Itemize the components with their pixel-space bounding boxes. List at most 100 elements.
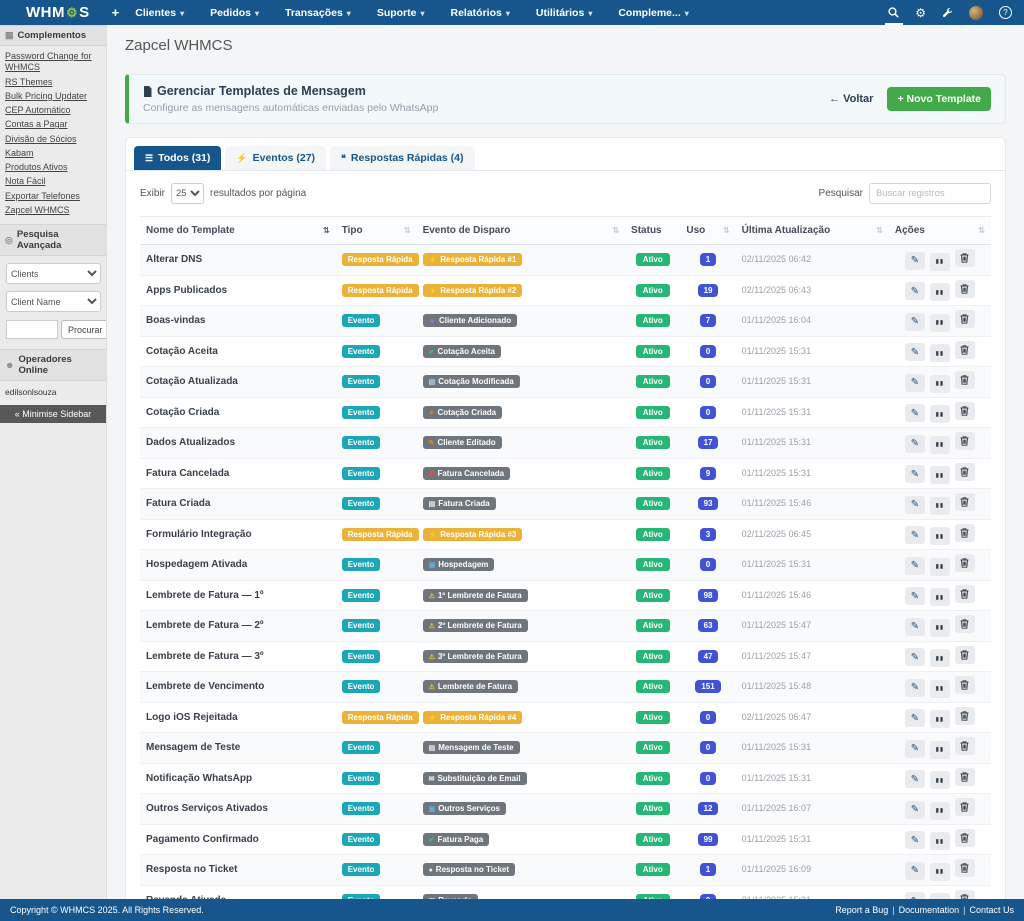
edit-button[interactable]: ✎	[905, 587, 925, 605]
menu-item-3[interactable]: Suporte	[377, 7, 425, 19]
column-header[interactable]: Nome do Template⇅	[140, 217, 336, 245]
edit-button[interactable]: ✎	[905, 892, 925, 899]
pause-button[interactable]: ▮▮	[930, 497, 950, 515]
sidebar-addon-link[interactable]: Contas a Pagar	[5, 119, 101, 130]
edit-button[interactable]: ✎	[905, 648, 925, 666]
sidebar-addon-link[interactable]: Password Change for WHMCS	[5, 51, 101, 74]
delete-button[interactable]	[955, 707, 975, 725]
voltar-link[interactable]: ← Voltar	[829, 93, 873, 105]
pause-button[interactable]: ▮▮	[930, 863, 950, 881]
pause-button[interactable]: ▮▮	[930, 436, 950, 454]
search-type-select[interactable]: Clients	[6, 263, 101, 284]
minimise-sidebar-button[interactable]: « Minimise Sidebar	[0, 405, 106, 423]
sidebar-addon-link[interactable]: Produtos Ativos	[5, 162, 101, 173]
delete-button[interactable]	[955, 768, 975, 786]
edit-button[interactable]: ✎	[905, 404, 925, 422]
pause-button[interactable]: ▮▮	[930, 741, 950, 759]
pause-button[interactable]: ▮▮	[930, 558, 950, 576]
sort-icon[interactable]: ⇅	[323, 226, 330, 235]
delete-button[interactable]	[955, 371, 975, 389]
sort-icon[interactable]: ⇅	[404, 226, 411, 235]
footer-link[interactable]: Contact Us	[969, 905, 1014, 915]
pause-button[interactable]: ▮▮	[930, 710, 950, 728]
delete-button[interactable]	[955, 310, 975, 328]
menu-item-4[interactable]: Relatórios	[451, 7, 510, 19]
delete-button[interactable]	[955, 676, 975, 694]
user-avatar[interactable]	[969, 6, 983, 20]
delete-button[interactable]	[955, 737, 975, 755]
edit-button[interactable]: ✎	[905, 374, 925, 392]
pause-button[interactable]: ▮▮	[930, 771, 950, 789]
page-length-select[interactable]: 25	[171, 183, 204, 204]
menu-item-6[interactable]: Compleme...	[618, 7, 688, 19]
pause-button[interactable]: ▮▮	[930, 527, 950, 545]
novo-template-button[interactable]: + Novo Template	[887, 87, 991, 111]
delete-button[interactable]	[955, 280, 975, 298]
edit-button[interactable]: ✎	[905, 557, 925, 575]
pause-button[interactable]: ▮▮	[930, 314, 950, 332]
pause-button[interactable]: ▮▮	[930, 588, 950, 606]
column-header[interactable]: Tipo⇅	[336, 217, 417, 245]
automation-gears-icon[interactable]: ⚙	[915, 6, 926, 20]
search-field-select[interactable]: Client Name	[6, 291, 101, 312]
delete-button[interactable]	[955, 646, 975, 664]
sidebar-addon-link[interactable]: Zapcel WHMCS	[5, 205, 101, 216]
pause-button[interactable]: ▮▮	[930, 283, 950, 301]
sidebar-search-input[interactable]	[6, 320, 58, 339]
pause-button[interactable]: ▮▮	[930, 253, 950, 271]
edit-button[interactable]: ✎	[905, 252, 925, 270]
edit-button[interactable]: ✎	[905, 618, 925, 636]
tab-2[interactable]: ❝Respostas Rápidas (4)	[330, 146, 474, 170]
delete-button[interactable]	[955, 859, 975, 877]
sidebar-addon-link[interactable]: Nota Fácil	[5, 176, 101, 187]
sort-icon[interactable]: ⇅	[978, 226, 985, 235]
delete-button[interactable]	[955, 249, 975, 267]
edit-button[interactable]: ✎	[905, 862, 925, 880]
delete-button[interactable]	[955, 463, 975, 481]
delete-button[interactable]	[955, 585, 975, 603]
column-header[interactable]: Uso⇅	[680, 217, 735, 245]
sort-icon[interactable]: ⇅	[723, 226, 730, 235]
pause-button[interactable]: ▮▮	[930, 619, 950, 637]
delete-button[interactable]	[955, 341, 975, 359]
delete-button[interactable]	[955, 554, 975, 572]
edit-button[interactable]: ✎	[905, 343, 925, 361]
search-icon[interactable]	[888, 7, 899, 18]
edit-button[interactable]: ✎	[905, 770, 925, 788]
pause-button[interactable]: ▮▮	[930, 802, 950, 820]
edit-button[interactable]: ✎	[905, 282, 925, 300]
pause-button[interactable]: ▮▮	[930, 832, 950, 850]
sidebar-addon-link[interactable]: Kabam	[5, 148, 101, 159]
menu-item-1[interactable]: Pedidos	[210, 7, 259, 19]
delete-button[interactable]	[955, 493, 975, 511]
edit-button[interactable]: ✎	[905, 679, 925, 697]
delete-button[interactable]	[955, 402, 975, 420]
menu-item-2[interactable]: Transações	[285, 7, 351, 19]
sidebar-addon-link[interactable]: CEP Automático	[5, 105, 101, 116]
pause-button[interactable]: ▮▮	[930, 680, 950, 698]
pause-button[interactable]: ▮▮	[930, 649, 950, 667]
edit-button[interactable]: ✎	[905, 740, 925, 758]
edit-button[interactable]: ✎	[905, 801, 925, 819]
delete-button[interactable]	[955, 615, 975, 633]
column-header[interactable]: Evento de Disparo⇅	[417, 217, 625, 245]
delete-button[interactable]	[955, 890, 975, 900]
delete-button[interactable]	[955, 432, 975, 450]
edit-button[interactable]: ✎	[905, 709, 925, 727]
sidebar-addon-link[interactable]: RS Themes	[5, 77, 101, 88]
sidebar-addon-link[interactable]: Divisão de Sócios	[5, 134, 101, 145]
column-header[interactable]: Status	[625, 217, 680, 245]
edit-button[interactable]: ✎	[905, 526, 925, 544]
delete-button[interactable]	[955, 524, 975, 542]
delete-button[interactable]	[955, 829, 975, 847]
wrench-icon[interactable]	[942, 7, 953, 18]
footer-link[interactable]: Documentation	[899, 905, 960, 915]
pause-button[interactable]: ▮▮	[930, 344, 950, 362]
tab-0[interactable]: ☰Todos (31)	[134, 146, 221, 170]
footer-link[interactable]: Report a Bug	[835, 905, 888, 915]
plus-icon[interactable]: +	[112, 5, 120, 20]
sort-icon[interactable]: ⇅	[612, 226, 619, 235]
pause-button[interactable]: ▮▮	[930, 466, 950, 484]
pause-button[interactable]: ▮▮	[930, 405, 950, 423]
edit-button[interactable]: ✎	[905, 313, 925, 331]
